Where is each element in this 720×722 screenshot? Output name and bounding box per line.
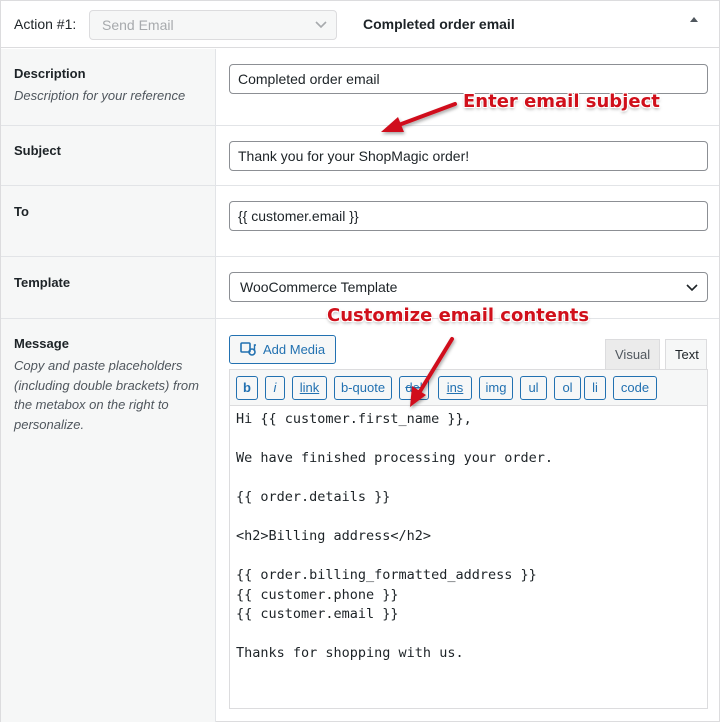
tab-visual[interactable]: Visual — [605, 339, 660, 369]
action-type-value: Send Email — [102, 17, 174, 33]
quicktag-code-button[interactable]: code — [613, 376, 657, 400]
to-row: To {{ customer.email }} — [1, 186, 719, 257]
message-callout: Customize email contents — [327, 305, 590, 326]
message-label: Message — [14, 336, 69, 351]
template-select-value: WooCommerce Template — [240, 279, 398, 295]
template-select[interactable]: WooCommerce Template — [229, 272, 708, 302]
subject-callout: Enter email subject — [463, 91, 660, 112]
collapse-toggle-icon[interactable] — [687, 13, 701, 25]
add-media-label: Add Media — [263, 342, 326, 357]
action-header: Action #1: Send Email Completed order em… — [1, 1, 719, 48]
quicktags-toolbar: b i link b-quote del ins img ul ol li co… — [229, 369, 708, 406]
template-label: Template — [14, 275, 71, 290]
description-row: Description Description for your referen… — [1, 49, 719, 126]
description-label-cell: Description Description for your referen… — [1, 49, 216, 125]
tab-text[interactable]: Text — [665, 339, 707, 369]
to-input[interactable]: {{ customer.email }} — [229, 201, 708, 231]
quicktag-img-button[interactable]: img — [479, 376, 513, 400]
media-icon — [240, 342, 256, 356]
subject-label-cell: Subject — [1, 126, 216, 185]
template-label-cell: Template — [1, 257, 216, 318]
action-type-select[interactable]: Send Email — [89, 10, 337, 40]
quicktag-ins-button[interactable]: ins — [438, 376, 472, 400]
chevron-down-icon — [315, 21, 327, 29]
description-help: Description for your reference — [14, 88, 186, 103]
message-help: Copy and paste placeholders (including d… — [14, 358, 199, 432]
chevron-down-icon — [686, 284, 698, 292]
quicktag-ul-button[interactable]: ul — [520, 376, 547, 400]
quicktag-li-button[interactable]: li — [584, 376, 606, 400]
action-number-label: Action #1: — [14, 16, 77, 32]
quicktag-italic-button[interactable]: i — [265, 376, 285, 400]
to-label: To — [14, 204, 29, 219]
description-input[interactable]: Completed order email — [229, 64, 708, 94]
subject-label: Subject — [14, 143, 61, 158]
to-label-cell: To — [1, 186, 216, 256]
quicktag-link-button[interactable]: link — [292, 376, 327, 400]
action-title: Completed order email — [363, 16, 515, 32]
subject-input[interactable]: Thank you for your ShopMagic order! — [229, 141, 708, 171]
quicktag-ol-button[interactable]: ol — [554, 376, 581, 400]
subject-row: Subject Thank you for your ShopMagic ord… — [1, 126, 719, 186]
quicktag-bquote-button[interactable]: b-quote — [334, 376, 392, 400]
message-textarea[interactable]: Hi {{ customer.first_name }}, We have fi… — [229, 405, 708, 709]
quicktag-bold-button[interactable]: b — [236, 376, 258, 400]
quicktag-del-button[interactable]: del — [399, 376, 429, 400]
description-label: Description — [14, 66, 86, 81]
add-media-button[interactable]: Add Media — [229, 335, 336, 364]
message-label-cell: Message Copy and paste placeholders (inc… — [1, 319, 216, 722]
